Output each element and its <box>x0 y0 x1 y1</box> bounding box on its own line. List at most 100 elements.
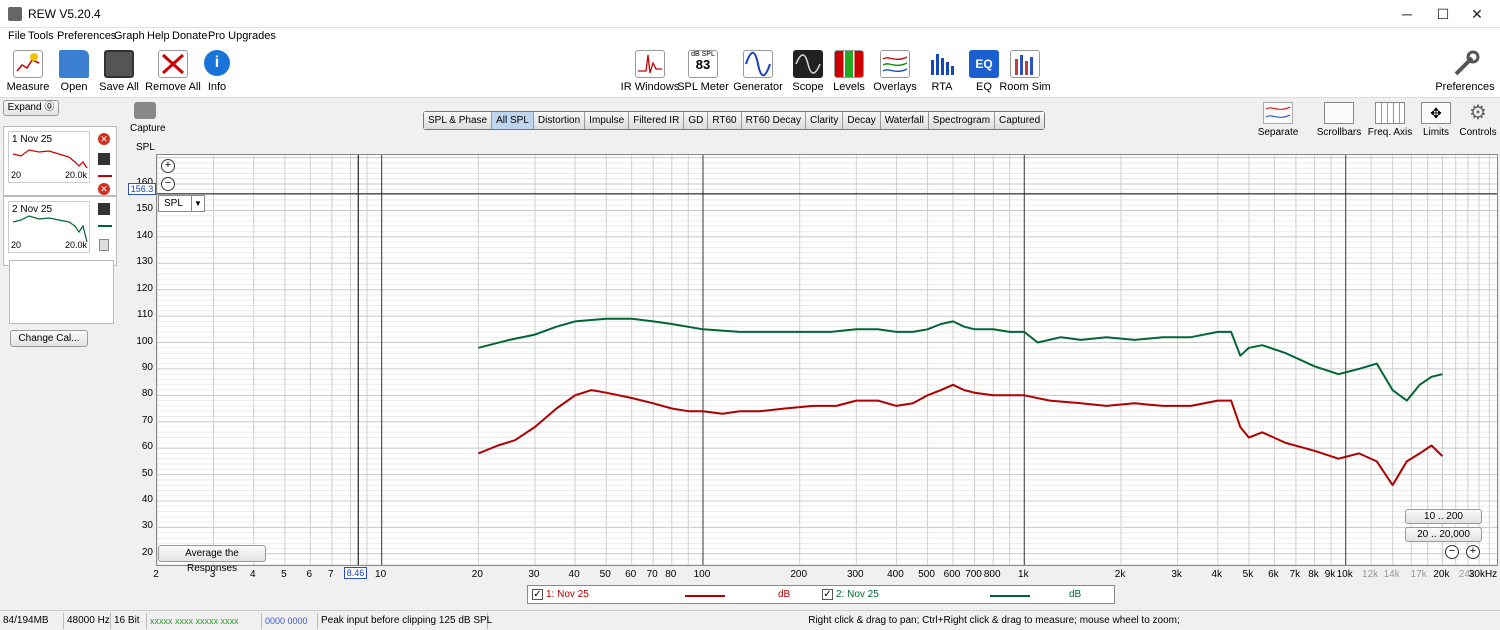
series-1-unit: dB <box>778 589 791 600</box>
x-tick-label: 30 <box>528 569 540 580</box>
x-tick-label: 4k <box>1211 569 1223 580</box>
graph-tabs: SPL & Phase All SPL Distortion Impulse Filte… <box>423 111 1046 130</box>
series-1-checkbox[interactable]: ✓ <box>532 589 543 600</box>
tab-all-spl[interactable]: All SPL <box>492 112 534 129</box>
tab-captured[interactable]: Captured <box>995 112 1045 129</box>
overlays-icon <box>880 50 910 78</box>
zoom-out-x-icon[interactable]: − <box>1445 545 1459 559</box>
tab-spectrogram[interactable]: Spectrogram <box>928 112 996 129</box>
tab-spl-phase[interactable]: SPL & Phase <box>424 112 493 129</box>
x-tick-label: 2 <box>153 569 159 580</box>
plot-area[interactable] <box>157 155 1498 566</box>
range-20-20000-button[interactable]: 20 .. 20,000 <box>1405 527 1482 542</box>
expand-button[interactable]: Expand ⓪ <box>3 100 59 116</box>
menu-graph[interactable]: Graph <box>114 30 145 42</box>
spl-meter-icon: dB SPL 83 <box>688 50 718 78</box>
x-tick-label: 300 <box>846 569 864 580</box>
x-tick-label: 50 <box>599 569 611 580</box>
tab-rt60-decay[interactable]: RT60 Decay <box>741 112 806 129</box>
save-icon[interactable] <box>98 153 110 165</box>
status-hint: Right click & drag to pan; Ctrl+Right cl… <box>808 615 1180 626</box>
x-tick-label: 10k <box>1336 569 1353 580</box>
spl-graph[interactable] <box>156 154 1498 566</box>
camera-icon <box>134 102 156 119</box>
info-button[interactable]: i Info <box>189 48 245 98</box>
range-10-200-button[interactable]: 10 .. 200 <box>1405 509 1482 524</box>
tab-decay[interactable]: Decay <box>843 112 881 129</box>
x-tick-label: 20 <box>471 569 483 580</box>
measurements-panel: Expand ⓪ 1 Nov 25 20 20.0k ✕ 2 Nov 25 20… <box>0 98 120 610</box>
chevron-down-icon: ▼ <box>191 196 204 211</box>
x-tick-label: 40 <box>568 569 580 580</box>
change-cal-button[interactable]: Change Cal... <box>10 330 88 347</box>
room-sim-icon <box>1010 50 1040 78</box>
x-tick-label: 20k <box>1433 569 1450 580</box>
menu-donate[interactable]: Donate <box>172 30 207 42</box>
scrollbars-icon <box>1324 102 1354 124</box>
series-2-checkbox[interactable]: ✓ <box>822 589 833 600</box>
notes-icon[interactable] <box>99 239 109 251</box>
save-icon[interactable] <box>98 203 110 215</box>
x-tick-label: 30kHz <box>1468 569 1498 580</box>
app-icon <box>8 7 22 21</box>
capture-button[interactable]: Capture <box>130 102 166 142</box>
tab-rt60[interactable]: RT60 <box>708 112 742 129</box>
x-tick-label: 3k <box>1171 569 1182 580</box>
menu-pro-upgrades[interactable]: Pro Upgrades <box>208 30 276 42</box>
wrench-icon <box>1450 50 1480 78</box>
x-tick-label: 500 <box>918 569 935 580</box>
controls-button[interactable]: ⚙ Controls <box>1453 100 1500 140</box>
zoom-in-y-icon[interactable]: + <box>161 159 175 173</box>
measurement-card-2[interactable]: 2 Nov 25 20 20.0k ✕ <box>3 183 117 266</box>
gear-icon: ⚙ <box>1469 102 1487 124</box>
x-tick-label: 12k <box>1362 569 1379 580</box>
series-1-name: 1: Nov 25 <box>546 589 589 600</box>
series-1-swatch <box>685 595 725 597</box>
series-2-swatch <box>990 595 1030 597</box>
zoom-in-x-icon[interactable]: + <box>1466 545 1480 559</box>
close-window-button[interactable]: ✕ <box>1454 0 1500 28</box>
y-tick-label: 100 <box>136 335 153 347</box>
y-axis-selector[interactable]: SPL ▼ <box>158 195 205 212</box>
scope-icon <box>793 50 823 78</box>
x-tick-label: 6k <box>1268 569 1279 580</box>
menu-tools[interactable]: Tools <box>28 30 54 42</box>
room-sim-button[interactable]: Room Sim <box>997 48 1053 98</box>
average-responses-button[interactable]: Average the Responses <box>158 545 266 574</box>
y-axis-title: SPL <box>136 142 155 153</box>
tab-gd[interactable]: GD <box>684 112 709 129</box>
info-icon: i <box>204 50 230 76</box>
tab-filtered-ir[interactable]: Filtered IR <box>629 112 685 129</box>
cursor-x-readout: 8.46 <box>344 567 367 579</box>
tab-distortion[interactable]: Distortion <box>533 112 586 129</box>
trace-color-swatch[interactable] <box>98 225 112 227</box>
separate-button[interactable]: Separate <box>1253 100 1303 140</box>
status-bar: 84/194MB 48000 Hz 16 Bit xxxxx xxxx xxxx… <box>0 610 1500 630</box>
trace-color-swatch[interactable] <box>98 175 112 177</box>
tab-waterfall[interactable]: Waterfall <box>880 112 929 129</box>
zoom-out-y-icon[interactable]: − <box>161 177 175 191</box>
sample-rate: 48000 Hz <box>64 613 111 629</box>
y-tick-label: 40 <box>141 493 153 505</box>
input-meter-blue: 0000 0000 <box>262 613 318 629</box>
x-tick-label: 8k <box>1308 569 1319 580</box>
menu-preferences[interactable]: Preferences <box>57 30 116 42</box>
menu-file[interactable]: File <box>8 30 26 42</box>
preferences-button[interactable]: Preferences <box>1435 48 1495 98</box>
freq-axis-icon <box>1375 102 1405 124</box>
y-tick-label: 50 <box>141 467 153 479</box>
tab-clarity[interactable]: Clarity <box>806 112 844 129</box>
x-tick-label: 5k <box>1242 569 1254 580</box>
menu-bar: File Tools Preferences Graph Help Donate… <box>0 28 1500 46</box>
x-tick-label: 7 <box>328 569 334 580</box>
y-tick-label: 20 <box>141 546 153 558</box>
x-tick-label: 200 <box>790 569 808 580</box>
tab-impulse[interactable]: Impulse <box>585 112 630 129</box>
y-tick-label: 140 <box>136 229 153 241</box>
remove-measurement-icon[interactable]: ✕ <box>98 183 110 195</box>
remove-measurement-icon[interactable]: ✕ <box>98 133 110 145</box>
x-tick-label: 7k <box>1289 569 1301 580</box>
menu-help[interactable]: Help <box>147 30 170 42</box>
x-tick-label: 100 <box>693 569 711 580</box>
x-tick-label: 1k <box>1018 569 1029 580</box>
